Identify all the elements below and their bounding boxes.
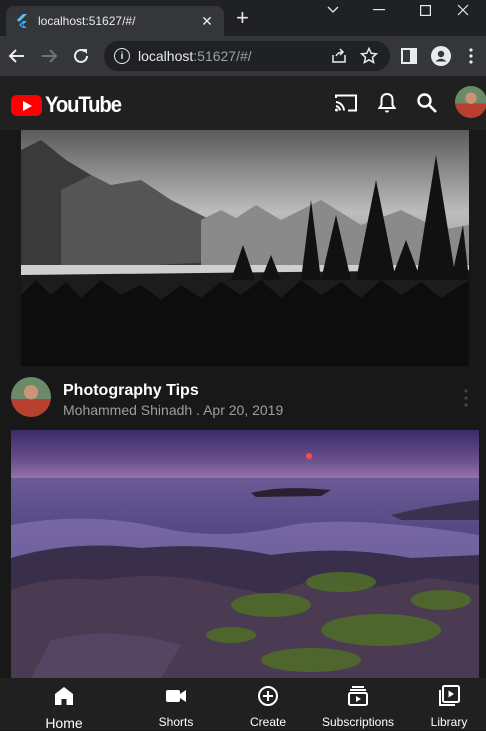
channel-avatar[interactable]	[11, 377, 51, 417]
flutter-icon	[17, 14, 27, 28]
more-vert-icon[interactable]	[462, 388, 470, 408]
nav-library[interactable]: Library	[428, 684, 470, 729]
library-icon	[439, 685, 460, 706]
side-panel-icon[interactable]	[398, 45, 420, 67]
video-title[interactable]: Photography Tips	[63, 382, 199, 400]
browser-tab[interactable]: localhost:51627/#/ ✕	[6, 6, 224, 36]
bell-icon[interactable]	[375, 91, 399, 115]
tab-close-icon[interactable]: ✕	[198, 13, 216, 30]
video-thumbnail-seascape[interactable]	[11, 430, 479, 678]
video-meta: Mohammed Shinadh . Apr 20, 2019	[63, 402, 284, 418]
reload-icon[interactable]	[70, 45, 92, 67]
youtube-play-icon	[11, 94, 42, 116]
nav-shorts[interactable]: Shorts	[156, 684, 196, 729]
search-icon[interactable]	[415, 91, 439, 115]
forward-icon[interactable]	[38, 45, 60, 67]
video-thumbnail-mountains[interactable]	[21, 130, 469, 366]
close-window-icon[interactable]	[440, 0, 486, 20]
address-bar[interactable]: i localhost:51627/#/	[104, 41, 390, 71]
minimize-icon[interactable]	[356, 0, 402, 20]
share-icon[interactable]	[330, 47, 348, 65]
app-bar: YouTube	[0, 76, 486, 130]
nav-create[interactable]: Create	[248, 684, 288, 729]
tab-title: localhost:51627/#/	[38, 14, 136, 28]
video-feed[interactable]: Photography Tips Mohammed Shinadh . Apr …	[0, 130, 486, 678]
browser-tab-bar: localhost:51627/#/ ✕ +	[0, 0, 486, 36]
site-info-icon[interactable]: i	[114, 48, 130, 64]
home-icon	[55, 687, 73, 705]
create-icon	[258, 686, 278, 706]
shorts-icon	[166, 690, 186, 702]
cast-icon[interactable]	[334, 91, 358, 115]
profile-icon[interactable]	[430, 45, 452, 67]
youtube-logo[interactable]: YouTube	[11, 92, 127, 118]
tab-search-icon[interactable]	[310, 0, 356, 20]
browser-menu-icon[interactable]	[460, 45, 482, 67]
nav-subscriptions[interactable]: Subscriptions	[320, 684, 396, 729]
subscriptions-icon	[348, 686, 368, 706]
nav-home[interactable]: Home	[44, 684, 84, 731]
url-text: localhost:51627/#/	[138, 48, 252, 64]
new-tab-icon[interactable]: +	[236, 7, 249, 29]
logo-text: YouTube	[45, 92, 122, 117]
browser-toolbar: i localhost:51627/#/	[0, 36, 486, 76]
bookmark-star-icon[interactable]	[360, 47, 378, 65]
bottom-nav: Home Shorts Create Subscriptions Library	[0, 678, 486, 731]
back-icon[interactable]	[6, 45, 28, 67]
account-avatar[interactable]	[455, 86, 486, 118]
